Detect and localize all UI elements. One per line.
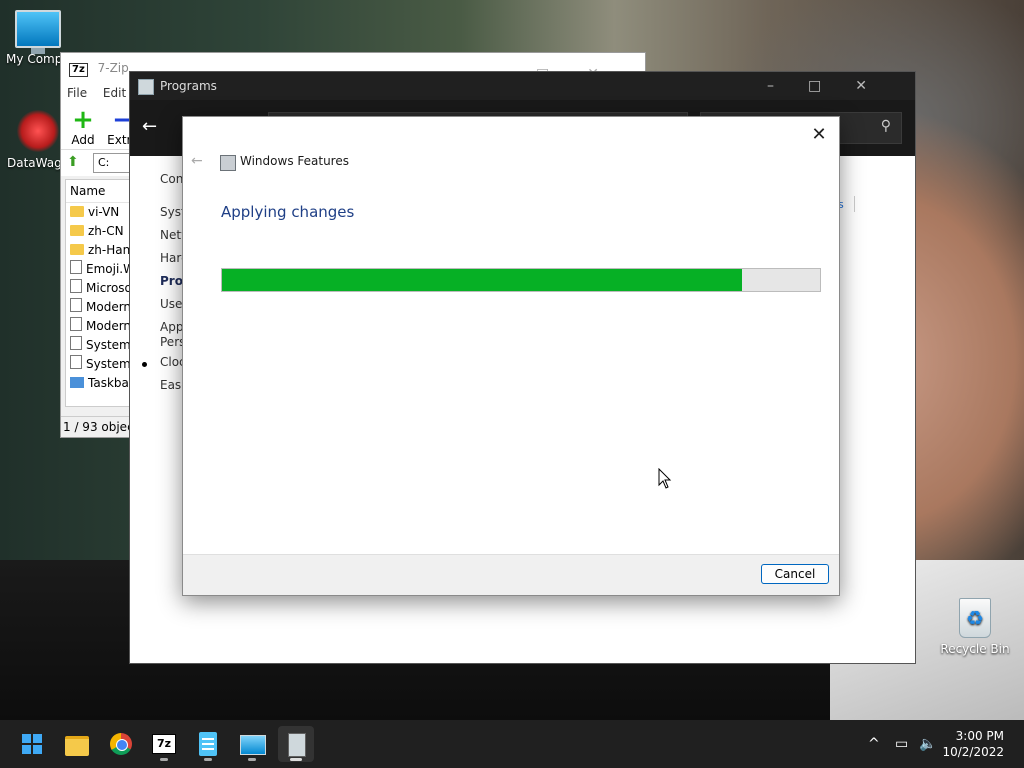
path-value: C: [98,156,110,169]
desktop-icon-recycle-bin[interactable]: ♻ Recycle Bin [937,598,1013,656]
plus-icon: + [72,105,94,135]
back-arrow-icon: ← [191,153,203,169]
active-indicator [142,362,147,367]
search-icon: ⚲ [880,118,891,134]
taskbar-notepad[interactable] [190,726,226,762]
taskbar-control-panel[interactable] [234,726,270,762]
list-item[interactable]: System.c [66,336,136,355]
back-arrow-icon[interactable]: ← [142,116,157,137]
file-icon [70,298,82,312]
dialog-footer: Cancel [183,554,839,595]
control-panel-icon [240,735,266,755]
file-icon [70,317,82,331]
list-item[interactable]: System.V [66,355,136,374]
windows-features-icon [220,155,236,171]
chevron-up-icon[interactable]: ^ [868,720,880,768]
taskbar-file-explorer[interactable] [59,726,95,762]
7zip-icon: 7z [152,734,176,754]
folder-icon [70,244,84,255]
taskbar-windows-features[interactable] [278,726,314,762]
windows-features-icon [288,733,306,757]
start-button[interactable] [14,726,50,762]
file-icon [70,260,82,274]
7zip-logo-icon: 7z [69,63,88,77]
running-indicator [290,758,302,761]
list-item[interactable]: TaskbarX [66,374,136,393]
sidebar-item[interactable]: Hard [160,251,184,265]
file-name: zh-Hant [88,243,135,257]
window-controls[interactable]: –□✕ [767,72,901,100]
sidebar: Cont Syste Netw Hard Prog User Appe Pers… [130,156,184,656]
taskbar-chrome[interactable] [103,726,139,762]
sidebar-item[interactable]: Cont [160,172,184,186]
file-name: vi-VN [88,205,120,219]
network-icon[interactable]: ▭ [895,720,908,768]
file-list: Name vi-VN zh-CN zh-Hant Emoji.Wp Micros… [65,179,137,407]
sidebar-item[interactable]: Perso [160,335,184,349]
running-indicator [204,758,212,761]
sidebar-item[interactable]: Clock [160,355,184,369]
progress-bar [221,268,821,292]
column-header-name[interactable]: Name [66,180,136,203]
clock-time: 3:00 PM [955,729,1004,743]
list-item[interactable]: ModernW [66,298,136,317]
notepad-icon [199,732,217,756]
dialog-title: Windows Features [240,154,349,168]
list-item[interactable]: zh-CN [66,222,136,241]
sidebar-item[interactable]: Syste [160,205,184,219]
window-title: Programs [160,79,217,93]
folder-icon [65,736,89,756]
datawagon-icon [17,110,59,152]
file-icon [70,336,82,350]
menu-file[interactable]: File [67,86,87,100]
file-icon [70,279,82,293]
sidebar-item-programs[interactable]: Prog [160,274,184,288]
close-icon[interactable]: ✕ [807,123,831,147]
title-bar[interactable]: Programs –□✕ [130,72,915,100]
computer-icon [15,10,61,54]
volume-icon[interactable]: 🔈 [919,720,936,768]
add-button[interactable]: + Add [63,107,103,147]
list-item[interactable]: Microsof [66,279,136,298]
window-title: 7-Zip [97,61,129,75]
running-indicator [160,758,168,761]
list-item[interactable]: vi-VN [66,203,136,222]
taskbar-7zip[interactable]: 7z [146,726,182,762]
sidebar-item[interactable]: Appe [160,320,184,334]
clock-date: 10/2/2022 [942,745,1004,759]
file-icon [70,355,82,369]
folder-icon [70,225,84,236]
mouse-cursor-icon [658,467,672,490]
list-item[interactable]: ModernW [66,317,136,336]
running-indicator [248,758,256,761]
up-folder-icon[interactable]: ⬆ [67,154,79,170]
file-name: zh-CN [88,224,124,238]
desktop-icon-label: Recycle Bin [940,642,1010,656]
clock[interactable]: 3:00 PM 10/2/2022 [942,728,1004,760]
chrome-icon [110,733,132,755]
list-item[interactable]: Emoji.Wp [66,260,136,279]
taskbar: 7z ^ ▭ 🔈 3:00 PM 10/2/2022 [0,720,1024,768]
sidebar-item[interactable]: Ease [160,378,184,392]
add-label: Add [71,133,95,147]
folder-icon [70,206,84,217]
status-heading: Applying changes [221,203,355,221]
progress-fill [222,269,743,291]
windows-features-dialog: ✕ ← Windows Features Applying changes Ca… [182,116,840,596]
sidebar-item[interactable]: User [160,297,184,311]
control-panel-icon [138,79,154,95]
recycle-bin-icon: ♻ [959,598,991,638]
sidebar-item[interactable]: Netw [160,228,184,242]
app-icon [70,377,84,388]
windows-logo-icon [22,734,42,754]
cancel-button[interactable]: Cancel [761,564,829,584]
menu-edit[interactable]: Edit [103,86,126,100]
list-item[interactable]: zh-Hant [66,241,136,260]
